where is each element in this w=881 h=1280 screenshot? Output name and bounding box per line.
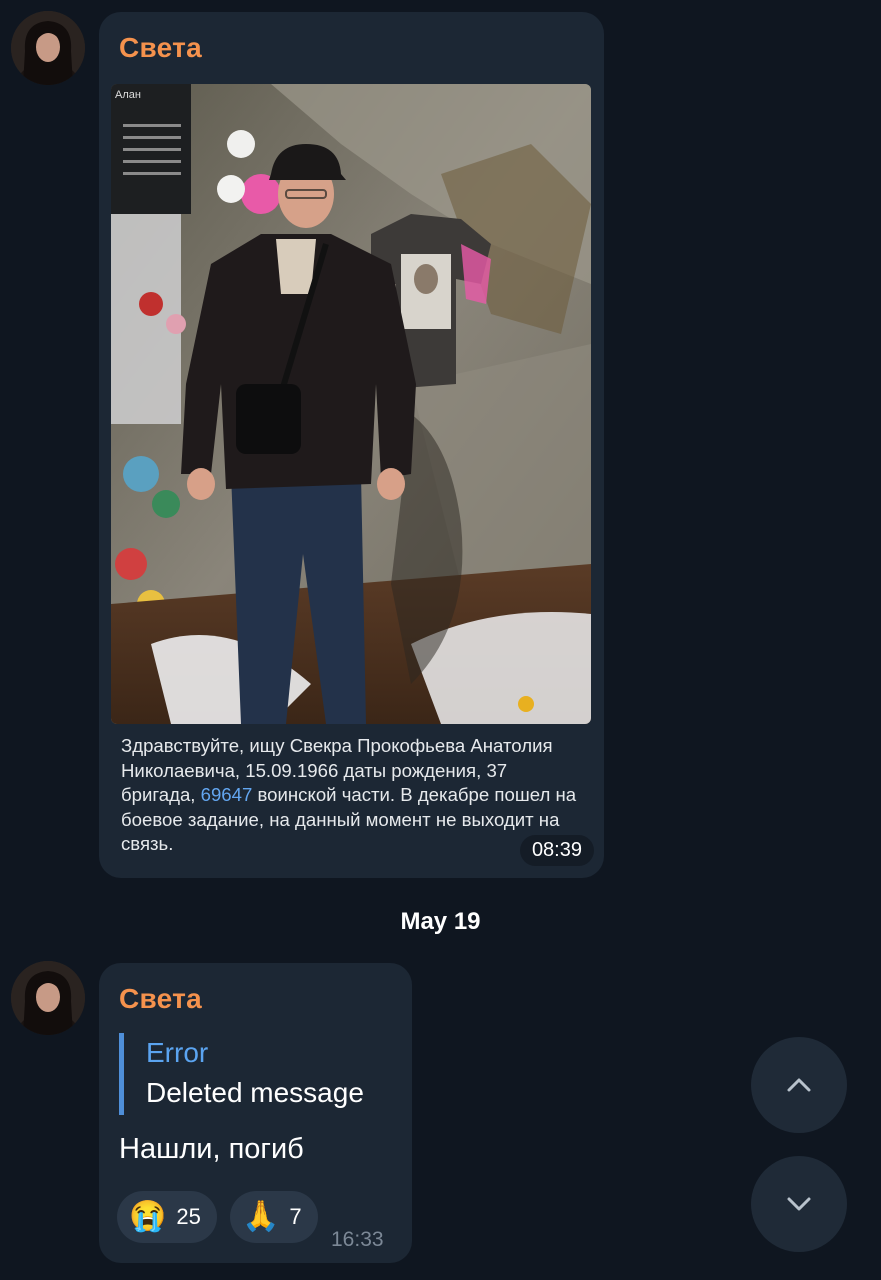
scroll-up-button[interactable] (751, 1037, 847, 1133)
photo-image: Алан (111, 84, 591, 724)
reaction-count: 7 (289, 1204, 302, 1229)
chevron-down-icon (787, 1197, 811, 1211)
message-text: Нашли, погиб (119, 1133, 304, 1165)
military-unit-link[interactable]: 69647 (201, 784, 253, 805)
message-time: 08:39 (519, 835, 594, 866)
avatar-image (11, 961, 85, 1035)
reaction-pray[interactable]: 🙏 7 (230, 1191, 318, 1243)
reaction-count: 25 (176, 1204, 201, 1229)
message-caption: Здравствуйте, ищу Свекра Прокофьева Анат… (121, 734, 581, 857)
chevron-up-icon (787, 1078, 811, 1092)
crying-face-icon: 😭 (129, 1200, 167, 1233)
reply-quote[interactable]: Error Deleted message (119, 1033, 364, 1115)
sender-avatar[interactable] (11, 961, 85, 1035)
chat-view: Света Алан Здравствуйте, ищу Свекра Прок… (0, 0, 881, 1280)
message-bubble-photo[interactable]: Света Алан Здравствуйте, ищу Свекра Прок… (99, 12, 604, 878)
message-time: 16:33 (331, 1228, 384, 1251)
folded-hands-icon: 🙏 (242, 1200, 280, 1233)
reply-text: Deleted message (146, 1077, 364, 1108)
avatar-image (11, 11, 85, 85)
plaque-text: Алан (115, 89, 141, 101)
sender-name[interactable]: Света (119, 983, 202, 1015)
sender-name[interactable]: Света (119, 32, 202, 64)
reply-title: Error (146, 1037, 209, 1068)
date-separator: May 19 (400, 908, 481, 935)
message-photo[interactable]: Алан (111, 84, 591, 724)
scroll-down-button[interactable] (751, 1156, 847, 1252)
message-bubble-text[interactable]: Света Error Deleted message Нашли, погиб… (99, 963, 412, 1263)
reaction-crying[interactable]: 😭 25 (117, 1191, 217, 1243)
sender-avatar[interactable] (11, 11, 85, 85)
